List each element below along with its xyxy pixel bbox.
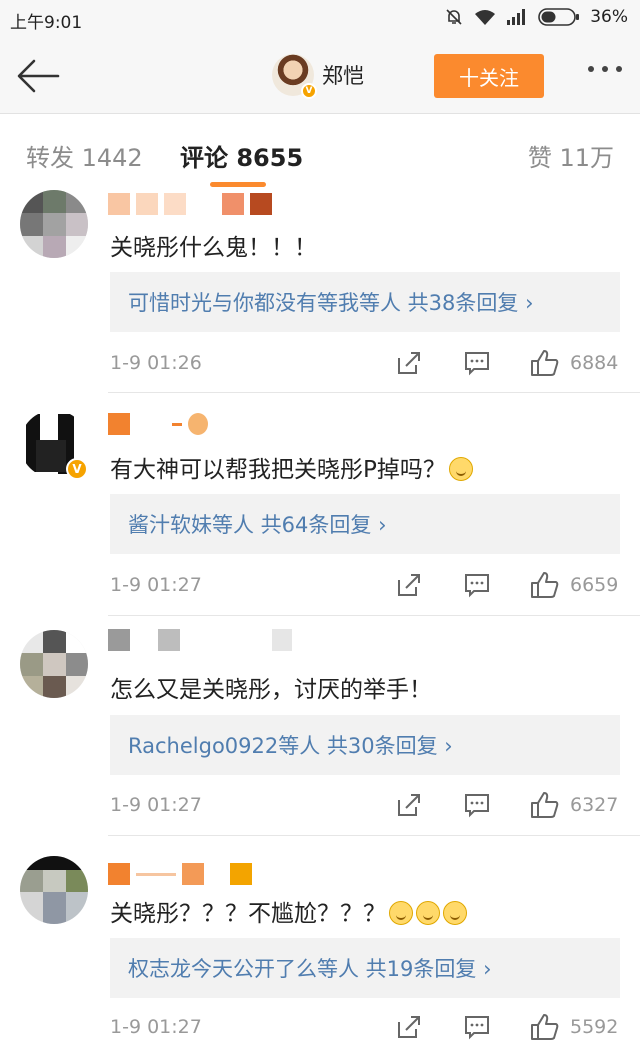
comment-time: 1-9 01:27: [110, 574, 202, 596]
comment-icon[interactable]: [464, 350, 490, 376]
comment-time: 1-9 01:27: [110, 1016, 202, 1038]
avatar[interactable]: V: [272, 54, 317, 99]
comment-text: 关晓彤？？？不尴尬？？？: [110, 894, 467, 928]
comment-item: 怎么又是关晓彤，讨厌的举手！ Rachelgo0922等人 共30条回复 › 1…: [0, 628, 640, 850]
wifi-icon: [475, 10, 496, 25]
like-count: 6327: [570, 794, 619, 816]
comment-text: 关晓彤什么鬼！！！: [110, 235, 317, 261]
comment-item: 关晓彤什么鬼！！！ 可惜时光与你都没有等我等人 共38条回复 › 1-9 01:…: [0, 190, 640, 410]
tab-likes[interactable]: 赞 11万: [528, 138, 614, 173]
repost-icon[interactable]: [396, 792, 422, 818]
battery-icon: [538, 8, 580, 26]
replies-link[interactable]: 可惜时光与你都没有等我等人 共38条回复 ›: [110, 272, 620, 332]
smile-emoji-icon: [416, 901, 440, 925]
replies-link[interactable]: 酱汁软妹等人 共64条回复 ›: [110, 494, 620, 554]
pixelated-avatar-image: [20, 856, 88, 924]
comment-icon[interactable]: [464, 572, 490, 598]
avatar[interactable]: [20, 190, 88, 258]
signal-icon: [507, 9, 526, 25]
like-icon[interactable]: [530, 790, 560, 820]
divider: [108, 615, 640, 616]
back-arrow-icon: [17, 59, 60, 93]
blurred-username[interactable]: [108, 412, 208, 436]
comment-icon[interactable]: [464, 792, 490, 818]
divider: [108, 392, 640, 393]
comment-item: 关晓彤？？？不尴尬？？？ 权志龙今天公开了么等人 共19条回复 › 1-9 01…: [0, 850, 640, 1058]
tab-bar: 转发 1442 评论 8655 赞 11万: [0, 114, 640, 190]
avatar[interactable]: [20, 856, 88, 924]
like-count: 6659: [570, 574, 619, 596]
comment-time: 1-9 01:26: [110, 352, 202, 374]
pixelated-avatar-image: [20, 630, 88, 698]
blurred-username[interactable]: [108, 628, 292, 652]
user-name[interactable]: 郑恺: [322, 60, 364, 90]
comment-item: V 有大神可以帮我把关晓彤P掉吗？ 酱汁软妹等人 共64条回复 › 1-9 01…: [0, 410, 640, 630]
verified-icon: V: [301, 83, 317, 99]
dot-icon: [602, 66, 608, 72]
blurred-username[interactable]: [108, 192, 272, 216]
like-icon[interactable]: [530, 348, 560, 378]
smile-emoji-icon: [443, 901, 467, 925]
comment-text: 有大神可以帮我把关晓彤P掉吗？: [110, 450, 473, 484]
like-count: 6884: [570, 352, 619, 374]
like-icon[interactable]: [530, 1012, 560, 1042]
smile-emoji-icon: [389, 901, 413, 925]
repost-icon[interactable]: [396, 572, 422, 598]
profile-header[interactable]: V 郑恺: [272, 54, 364, 99]
emoji-icon: [448, 457, 473, 481]
avatar[interactable]: [20, 630, 88, 698]
blurred-username[interactable]: [108, 862, 252, 886]
like-icon[interactable]: [530, 570, 560, 600]
like-count: 5592: [570, 1016, 619, 1038]
dot-icon: [588, 66, 594, 72]
battery-percent: 36%: [590, 7, 628, 27]
tab-reposts[interactable]: 转发 1442: [26, 138, 143, 173]
comment-text: 怎么又是关晓彤，讨厌的举手！: [110, 677, 432, 703]
verified-icon: V: [66, 458, 88, 480]
replies-link[interactable]: Rachelgo0922等人 共30条回复 ›: [110, 715, 620, 775]
dot-icon: [616, 66, 622, 72]
back-button[interactable]: [14, 56, 62, 96]
comment-text-body: 关晓彤？？？不尴尬？？？: [110, 901, 386, 927]
comment-time: 1-9 01:27: [110, 794, 202, 816]
status-bar: 上午9:01 36%: [0, 0, 640, 38]
tab-comments[interactable]: 评论 8655: [180, 138, 303, 173]
repost-icon[interactable]: [396, 1014, 422, 1040]
replies-link[interactable]: 权志龙今天公开了么等人 共19条回复 ›: [110, 938, 620, 998]
comment-text-body: 有大神可以帮我把关晓彤P掉吗？: [110, 457, 446, 483]
follow-button[interactable]: 十关注: [434, 54, 544, 98]
nav-bar: V 郑恺 十关注: [0, 38, 640, 114]
mute-icon: [446, 9, 462, 25]
status-time: 上午9:01: [10, 13, 83, 33]
repost-icon[interactable]: [396, 350, 422, 376]
comment-icon[interactable]: [464, 1014, 490, 1040]
divider: [108, 835, 640, 836]
more-options-button[interactable]: [588, 66, 622, 72]
active-tab-indicator: [210, 182, 266, 187]
pixelated-avatar-image: [20, 190, 88, 258]
